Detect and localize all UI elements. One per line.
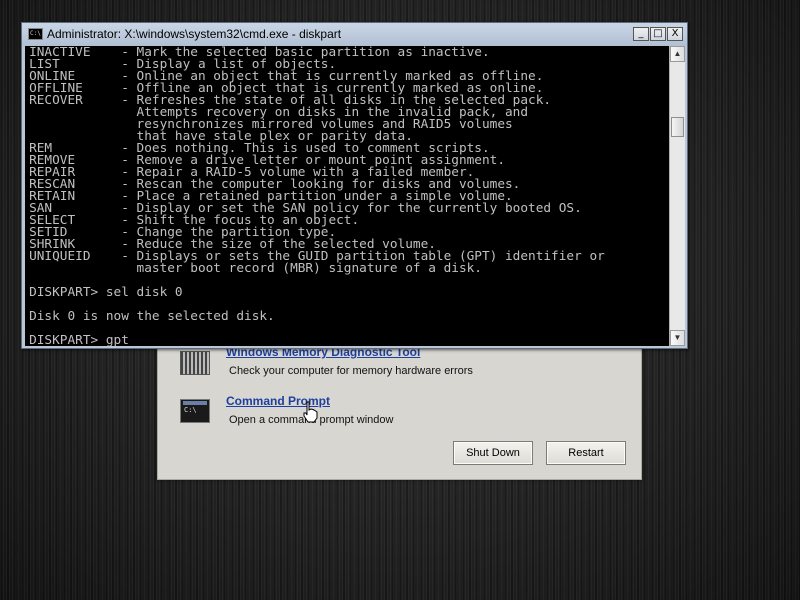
scroll-up-arrow-icon[interactable]: ▲ [670, 46, 685, 62]
console-line: Disk 0 is now the selected disk. [29, 308, 275, 323]
close-button[interactable]: X [667, 27, 683, 41]
minimize-button[interactable]: _ [633, 27, 649, 41]
cmd-title-bar[interactable]: C:\ Administrator: X:\windows\system32\c… [22, 23, 687, 46]
vertical-scrollbar[interactable]: ▲ ▼ [669, 46, 685, 346]
console-line: master boot record (MBR) signature of a … [29, 260, 482, 275]
memory-chip-icon [180, 351, 210, 375]
command-prompt-icon: C:\ [180, 399, 210, 423]
system-recovery-options-panel: Windows Memory Diagnostic Tool Check you… [157, 330, 642, 480]
scroll-down-arrow-icon[interactable]: ▼ [670, 330, 685, 346]
cmd-window[interactable]: C:\ Administrator: X:\windows\system32\c… [21, 22, 688, 349]
console-icon: C:\ [28, 28, 43, 40]
console-output[interactable]: INACTIVE - Mark the selected basic parti… [25, 46, 669, 346]
console-line: DISKPART> sel disk 0 [29, 284, 183, 299]
cmd-window-title: Administrator: X:\windows\system32\cmd.e… [47, 27, 342, 41]
shut-down-button[interactable]: Shut Down [453, 441, 533, 465]
scrollbar-thumb[interactable] [671, 117, 684, 137]
restart-button[interactable]: Restart [546, 441, 626, 465]
memory-diagnostic-description: Check your computer for memory hardware … [229, 365, 473, 377]
console-text: INACTIVE - Mark the selected basic parti… [25, 46, 669, 346]
console-line: DISKPART> gpt [29, 332, 129, 346]
hand-cursor-icon [303, 401, 318, 423]
maximize-button[interactable]: □ [650, 27, 666, 41]
